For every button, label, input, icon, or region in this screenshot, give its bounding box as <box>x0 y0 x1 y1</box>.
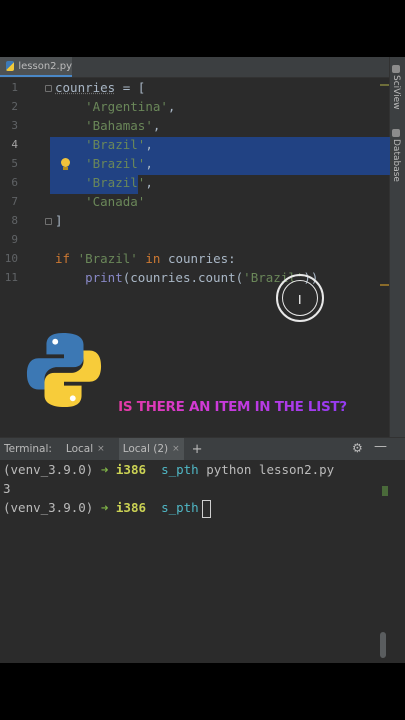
venv-label: (venv_3.9.0) <box>3 500 94 515</box>
video-caption: IS THERE AN ITEM IN THE LIST? <box>0 399 405 415</box>
line-number: 9 <box>11 233 18 246</box>
prompt-host: i386 <box>115 462 147 477</box>
line-number: 3 <box>11 119 18 132</box>
tab-terminal-local[interactable]: Local × <box>62 438 109 460</box>
keyword: in <box>145 251 161 266</box>
scroll-marker <box>380 284 389 286</box>
prompt-arrow: ➜ <box>100 462 109 477</box>
sciview-icon <box>392 65 400 73</box>
string-literal: 'Brazil' <box>85 137 146 152</box>
close-icon[interactable]: × <box>97 444 105 454</box>
line-number: 5 <box>11 157 18 170</box>
line-number: 7 <box>11 195 18 208</box>
line-number: 6 <box>11 176 18 189</box>
database-panel-tab[interactable]: Database <box>391 129 401 182</box>
line-number: 8 <box>11 214 18 227</box>
command-output: 3 <box>3 481 11 496</box>
venv-label: (venv_3.9.0) <box>3 462 94 477</box>
tab-lesson2[interactable]: lesson2.py <box>0 57 72 77</box>
string-literal: 'Bahamas' <box>85 118 153 133</box>
comma: , <box>152 118 161 133</box>
editor-tab-bar: lesson2.py <box>0 57 390 78</box>
scroll-marker <box>380 84 389 86</box>
comma: , <box>145 156 153 171</box>
tab-label: Local <box>65 443 94 455</box>
database-label: Database <box>391 139 401 182</box>
code-line-2: 'Argentina', <box>55 97 175 116</box>
text-cursor-icon: I <box>298 293 302 307</box>
tab-terminal-local-2[interactable]: Local (2) × <box>118 438 184 460</box>
code-line-7: 'Canada' <box>55 192 145 211</box>
code-line-6: 'Brazil', <box>55 173 153 192</box>
right-tool-sidebar: SciView Database <box>389 57 405 437</box>
line-number: 4 <box>11 138 18 151</box>
string-literal: 'Brazil' <box>85 156 146 171</box>
code-token: counries: <box>167 251 236 266</box>
line-number: 11 <box>4 271 18 284</box>
prompt-path: s_pth <box>161 462 199 477</box>
line-number: 1 <box>11 81 18 94</box>
comma: , <box>145 137 153 152</box>
scroll-marker <box>382 486 388 496</box>
terminal-line: 3 <box>3 479 11 498</box>
command-text: python lesson2.py <box>206 462 335 477</box>
terminal-title: Terminal: <box>4 443 52 455</box>
terminal-scrollbar[interactable] <box>380 632 386 658</box>
fold-toggle-icon[interactable] <box>45 85 52 92</box>
prompt-host: i386 <box>115 500 147 515</box>
ide-window: lesson2.py SciView Database 1 2 3 4 5 6 … <box>0 57 405 663</box>
keyword: if <box>55 251 71 266</box>
terminal-line: (venv_3.9.0) ➜ i386 s_pth python lesson2… <box>3 460 334 479</box>
prompt-arrow: ➜ <box>100 500 109 515</box>
comma: , <box>145 175 153 190</box>
sciview-panel-tab[interactable]: SciView <box>391 65 401 110</box>
terminal-output[interactable]: (venv_3.9.0) ➜ i386 s_pth python lesson2… <box>0 460 405 663</box>
terminal-toolbar: Terminal: Local × Local (2) × + ⚙ — <box>0 437 405 460</box>
string-literal: 'Argentina' <box>85 99 168 114</box>
terminal-cursor <box>201 499 211 518</box>
code-line-4: 'Brazil', <box>55 135 153 154</box>
database-icon <box>392 129 400 137</box>
tab-label: Local (2) <box>122 443 169 455</box>
line-number: 2 <box>11 100 18 113</box>
terminal-line: (venv_3.9.0) ➜ i386 s_pth <box>3 498 211 518</box>
code-line-1: counries = [ <box>55 78 145 97</box>
string-literal: 'Brazil' <box>77 251 138 266</box>
string-literal: 'Canada' <box>85 194 146 209</box>
minimize-icon[interactable]: — <box>374 439 387 454</box>
python-logo-icon <box>26 332 102 408</box>
gear-icon[interactable]: ⚙ <box>352 441 363 455</box>
fold-toggle-icon[interactable] <box>45 218 52 225</box>
string-literal: 'Brazil' <box>85 175 146 190</box>
close-icon[interactable]: × <box>172 444 180 454</box>
code-token: ] <box>55 213 63 228</box>
code-token: (counries.count( <box>122 270 244 285</box>
builtin-function: print <box>85 270 123 285</box>
variable-name: counries <box>55 80 116 95</box>
add-terminal-button[interactable]: + <box>192 442 203 457</box>
code-line-10: if 'Brazil' in counries: <box>55 249 236 268</box>
comma: , <box>167 99 176 114</box>
python-file-icon <box>6 61 15 71</box>
prompt-path: s_pth <box>161 500 199 515</box>
sciview-label: SciView <box>391 75 401 110</box>
code-line-8: ] <box>55 211 63 230</box>
lightbulb-icon[interactable] <box>61 158 71 170</box>
code-token: = [ <box>115 80 146 95</box>
line-number: 10 <box>4 252 18 265</box>
tab-label: lesson2.py <box>18 60 72 72</box>
code-line-3: 'Bahamas', <box>55 116 160 135</box>
